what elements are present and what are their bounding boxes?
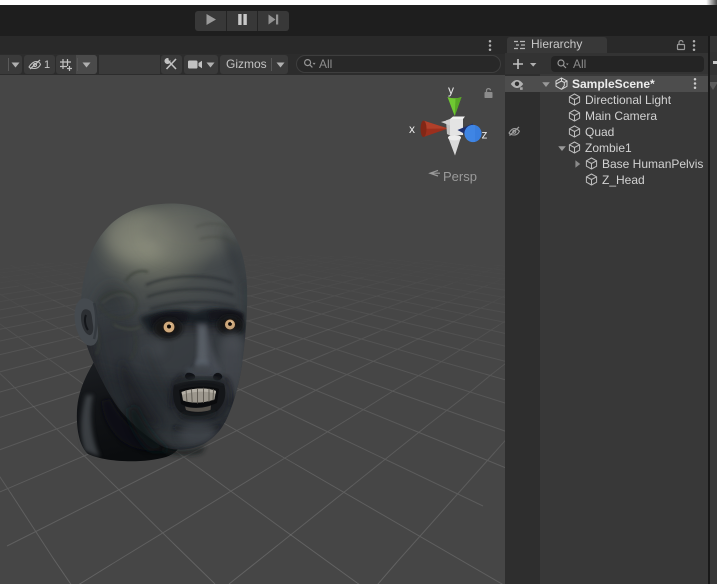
svg-text:y: y: [448, 83, 454, 97]
svg-text:Persp: Persp: [443, 169, 477, 184]
svg-text:x: x: [409, 122, 415, 136]
svg-text:z: z: [482, 128, 488, 142]
